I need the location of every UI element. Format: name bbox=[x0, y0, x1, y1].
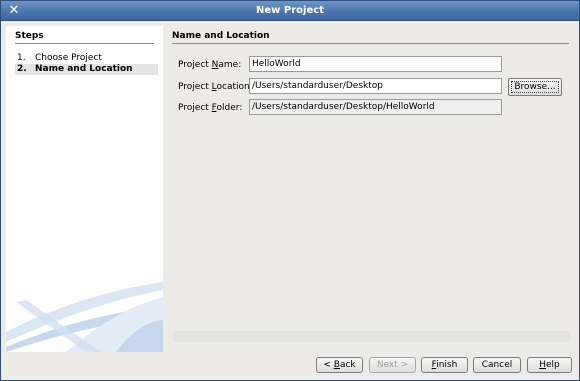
label-text: Project bbox=[178, 60, 212, 70]
btn-text: < bbox=[323, 360, 334, 370]
steps-panel: Steps 1. Choose Project 2. Name and Loca… bbox=[6, 26, 163, 352]
title-bar[interactable]: ✕ New Project bbox=[1, 1, 579, 21]
project-folder-field[interactable]: /Users/standarduser/Desktop/HelloWorld bbox=[249, 99, 502, 115]
label-text: ocation: bbox=[216, 82, 253, 92]
cancel-button[interactable]: Cancel bbox=[473, 357, 521, 373]
page-title: Name and Location bbox=[172, 31, 270, 41]
step-number: 1. bbox=[17, 53, 26, 63]
btn-text: ack bbox=[339, 360, 356, 370]
step-number: 2. bbox=[17, 64, 27, 74]
project-location-field[interactable]: /Users/standarduser/Desktop bbox=[249, 78, 502, 94]
help-button[interactable]: Help bbox=[527, 357, 572, 373]
step-item-choose-project: 1. Choose Project bbox=[15, 53, 158, 64]
window-title: New Project bbox=[256, 5, 324, 16]
button-bar: < Back Next > Finish Cancel Help bbox=[1, 352, 579, 380]
btn-text: inish bbox=[436, 360, 458, 370]
project-name-field[interactable]: HelloWorld bbox=[249, 56, 502, 72]
content-divider bbox=[172, 43, 569, 44]
next-button[interactable]: Next > bbox=[369, 357, 416, 373]
steps-divider bbox=[15, 43, 154, 44]
label-text: older: bbox=[216, 103, 243, 113]
back-button[interactable]: < Back bbox=[316, 357, 363, 373]
focus-ring bbox=[511, 81, 559, 93]
new-project-window: ✕ New Project Steps 1. Choose Project 2.… bbox=[0, 0, 580, 381]
decorative-swoosh-art bbox=[6, 282, 163, 352]
project-folder-label: Project Folder: bbox=[178, 103, 242, 113]
finish-button[interactable]: Finish bbox=[421, 357, 468, 373]
step-label: Choose Project bbox=[35, 53, 102, 63]
label-text: ame: bbox=[218, 60, 242, 70]
content-panel: Name and Location Project Name: HelloWor… bbox=[167, 26, 575, 352]
label-text: Project bbox=[178, 103, 212, 113]
project-name-label: Project Name: bbox=[178, 60, 241, 70]
step-item-name-and-location: 2. Name and Location bbox=[15, 64, 158, 75]
browse-button[interactable]: Browse... bbox=[508, 78, 562, 96]
step-label: Name and Location bbox=[35, 64, 133, 74]
project-location-label: Project Location: bbox=[178, 82, 253, 92]
status-area bbox=[173, 331, 570, 342]
label-text: Project bbox=[178, 82, 212, 92]
steps-title: Steps bbox=[15, 31, 44, 41]
btn-mnemonic: H bbox=[539, 360, 546, 370]
btn-text: elp bbox=[546, 360, 560, 370]
